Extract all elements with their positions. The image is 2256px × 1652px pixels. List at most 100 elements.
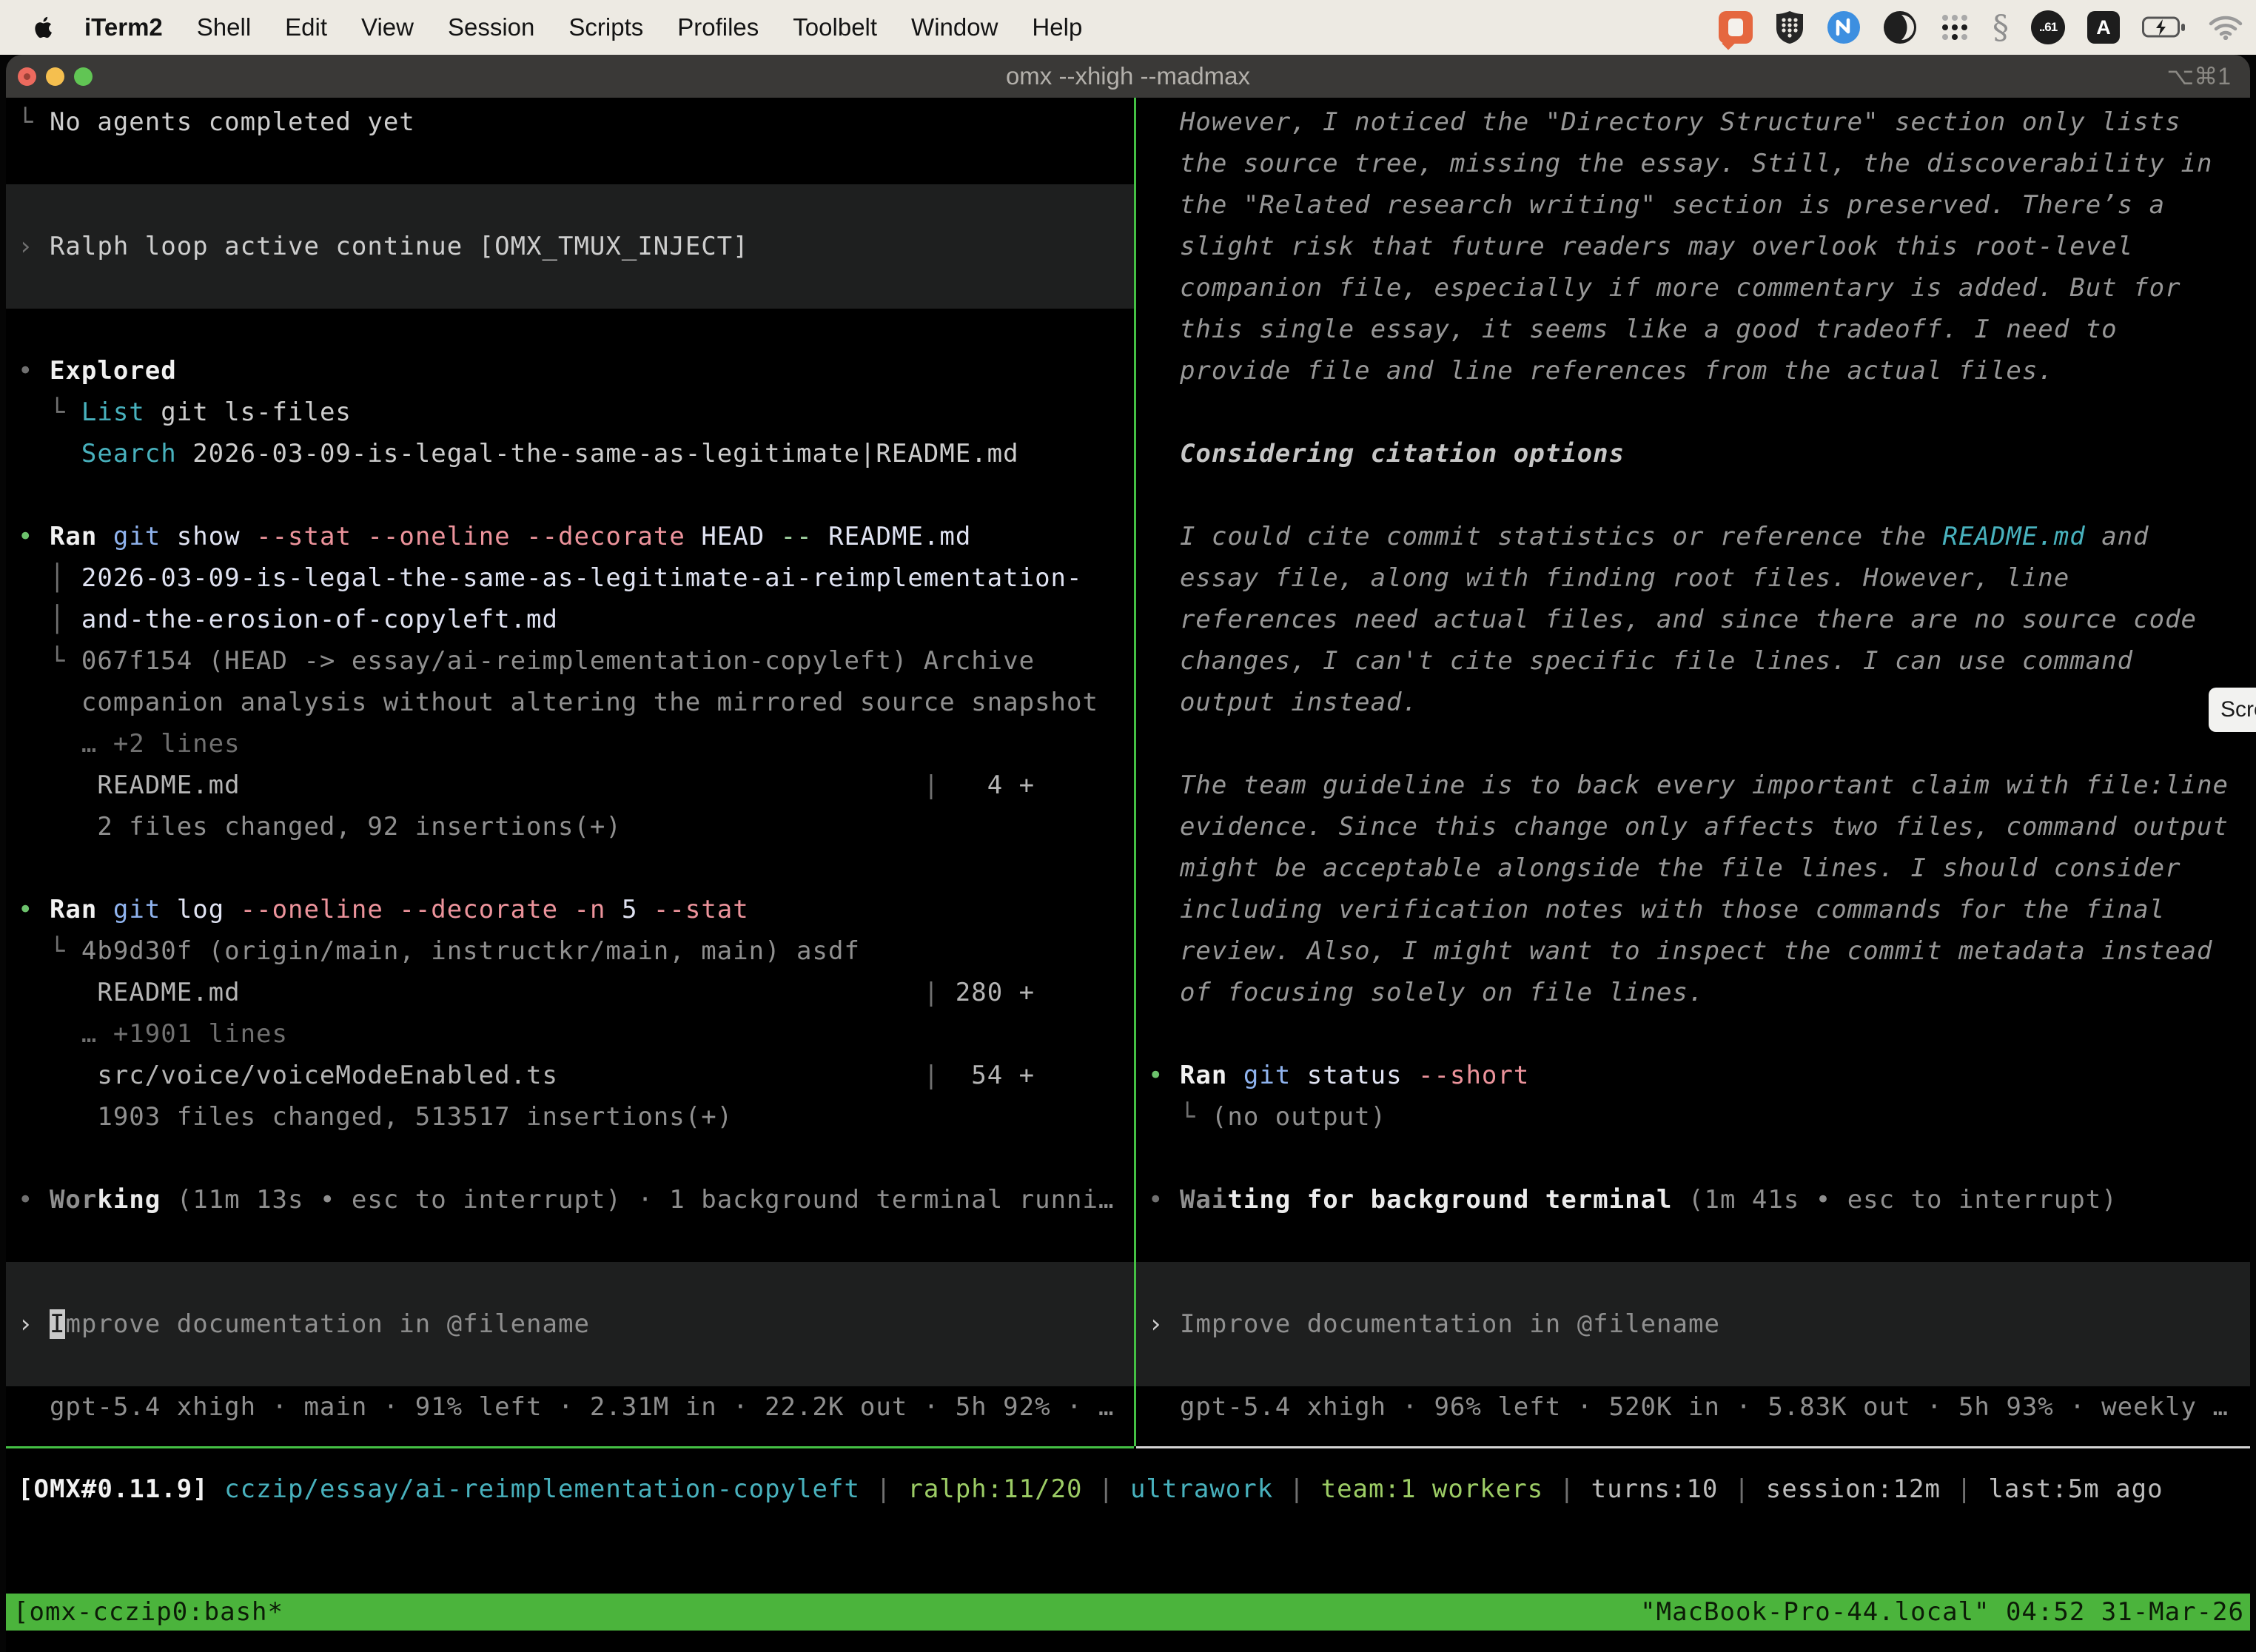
menu-item-toolbelt[interactable]: Toolbelt — [793, 13, 877, 41]
terminal-line: provide file and line references from th… — [1148, 350, 2250, 392]
menu-item-help[interactable]: Help — [1032, 13, 1082, 41]
terminal-line: slight risk that future readers may over… — [1148, 226, 2250, 267]
right-pane[interactable]: However, I noticed the "Directory Struct… — [1136, 98, 2250, 1446]
right-pane-bottom-border — [1136, 1446, 2250, 1448]
wifi-icon[interactable] — [2209, 15, 2243, 40]
terminal-line: output instead. — [1148, 682, 2250, 723]
terminal-line: • Explored — [18, 350, 1134, 392]
terminal-line: … +2 lines — [18, 723, 1134, 765]
prompt-input[interactable]: › Ralph loop active continue [OMX_TMUX_I… — [18, 226, 749, 267]
blank-line — [1148, 1138, 2250, 1179]
battery-icon[interactable] — [2142, 16, 2186, 39]
blank-line — [1148, 1220, 2250, 1262]
terminal-line: However, I noticed the "Directory Struct… — [1148, 101, 2250, 143]
terminal-line: essay file, along with finding root file… — [1148, 557, 2250, 599]
terminal-line: └ No agents completed yet — [18, 101, 1134, 143]
terminal-line: │ and-the-erosion-of-copyleft.md — [18, 599, 1134, 640]
terminal-line: evidence. Since this change only affects… — [1148, 806, 2250, 847]
terminal-line: I could cite commit statistics or refere… — [1148, 516, 2250, 557]
tmux-host-clock: "MacBook-Pro-44.local" 04:52 31-Mar-26 — [1640, 1597, 2244, 1627]
terminal-line: The team guideline is to back every impo… — [1148, 765, 2250, 806]
menu-item-profiles[interactable]: Profiles — [677, 13, 759, 41]
terminal-line: • Ran git show --stat --oneline --decora… — [18, 516, 1134, 557]
terminal-line: 1903 files changed, 513517 insertions(+) — [18, 1096, 1134, 1138]
left-pane-bottom-border — [6, 1446, 1134, 1448]
blank-line — [1148, 1013, 2250, 1055]
terminal-line: └ 067f154 (HEAD -> essay/ai-reimplementa… — [18, 640, 1134, 682]
shield-icon[interactable] — [1775, 10, 1805, 44]
terminal-line: src/voice/voiceModeEnabled.ts | 54 + — [18, 1055, 1134, 1096]
menu-bar: iTerm2 Shell Edit View Session Scripts Profile… — [0, 0, 2256, 55]
terminal-line: • Ran git log --oneline --decorate -n 5 … — [18, 889, 1134, 930]
squiggle-icon[interactable]: § — [1993, 9, 2009, 47]
blank-line — [18, 1220, 1134, 1262]
blank-line — [18, 309, 1134, 350]
terminal-line: references need actual files, and since … — [1148, 599, 2250, 640]
menu-item-shell[interactable]: Shell — [197, 13, 251, 41]
blank-line — [1148, 392, 2250, 433]
window-shortcut-badge: ⌥⌘1 — [2166, 55, 2231, 98]
terminal-line: 2 files changed, 92 insertions(+) — [18, 806, 1134, 847]
terminal-line: this single essay, it seems like a good … — [1148, 309, 2250, 350]
menu-item-window[interactable]: Window — [911, 13, 998, 41]
terminal-line: changes, I can't cite specific file line… — [1148, 640, 2250, 682]
screen-tooltip[interactable]: Scre — [2209, 688, 2256, 732]
terminal-line: companion file, especially if more comme… — [1148, 267, 2250, 309]
terminal-line: might be acceptable alongside the file l… — [1148, 847, 2250, 889]
tmux-status-bar: [omx-cczip0:bash* "MacBook-Pro-44.local"… — [6, 1594, 2250, 1631]
terminal-line: gpt-5.4 xhigh · 96% left · 520K in · 5.8… — [1148, 1386, 2250, 1428]
prompt-box[interactable]: › Improve documentation in @filename — [1136, 1262, 2250, 1386]
window-title: omx --xhigh --madmax — [6, 55, 2250, 98]
terminal-line: │ 2026-03-09-is-legal-the-same-as-legiti… — [18, 557, 1134, 599]
terminal-line: README.md | 4 + — [18, 765, 1134, 806]
terminal-area: └ No agents completed yet › Ralph loop ac… — [6, 98, 2250, 1652]
terminal-line: └ (no output) — [1148, 1096, 2250, 1138]
blank-line — [1148, 474, 2250, 516]
blank-line — [1148, 723, 2250, 765]
prompt-box[interactable]: › Ralph loop active continue [OMX_TMUX_I… — [6, 184, 1134, 309]
screen-tooltip-label: Scre — [2220, 697, 2256, 722]
terminal-line: the "Related research writing" section i… — [1148, 184, 2250, 226]
terminal-line: gpt-5.4 xhigh · main · 91% left · 2.31M … — [18, 1386, 1134, 1428]
terminal-line: of focusing solely on file lines. — [1148, 972, 2250, 1013]
menu-bar-status-icons: § ..61 A — [1719, 0, 2243, 55]
menu-item-iterm2[interactable]: iTerm2 — [84, 13, 163, 41]
terminal-line: • Waiting for background terminal (1m 41… — [1148, 1179, 2250, 1220]
a-badge-icon[interactable]: A — [2087, 11, 2120, 44]
dots-grid-icon[interactable] — [1939, 12, 1970, 43]
tmux-session-label: [omx-cczip0:bash* — [13, 1597, 283, 1627]
menu-items: iTerm2 Shell Edit View Session Scripts Profile… — [84, 13, 1116, 41]
blank-line — [18, 1138, 1134, 1179]
terminal-line: the source tree, missing the essay. Stil… — [1148, 143, 2250, 184]
chat-app-icon[interactable] — [1719, 11, 1753, 44]
badge-61-icon[interactable]: ..61 — [2031, 10, 2065, 44]
menu-item-session[interactable]: Session — [448, 13, 534, 41]
menu-item-edit[interactable]: Edit — [285, 13, 327, 41]
terminal-line: └ 4b9d30f (origin/main, instructkr/main,… — [18, 930, 1134, 972]
terminal-line: • Ran git status --short — [1148, 1055, 2250, 1096]
blank-line — [18, 474, 1134, 516]
crescent-circle-icon[interactable] — [1883, 10, 1917, 44]
terminal-line: companion analysis without altering the … — [18, 682, 1134, 723]
apple-menu-icon[interactable] — [28, 11, 58, 44]
terminal-line: Search 2026-03-09-is-legal-the-same-as-l… — [18, 433, 1134, 474]
menu-item-view[interactable]: View — [361, 13, 414, 41]
omx-status-bar: [OMX#0.11.9] cczip/essay/ai-reimplementa… — [6, 1468, 2250, 1510]
prompt-input[interactable]: › Improve documentation in @filename — [18, 1303, 590, 1345]
prompt-input[interactable]: › Improve documentation in @filename — [1148, 1303, 1720, 1345]
terminal-line: • Working (11m 13s • esc to interrupt) ·… — [18, 1179, 1134, 1220]
terminal-line: └ List git ls-files — [18, 392, 1134, 433]
terminal-line: Considering citation options — [1148, 433, 2250, 474]
terminal-line: including verification notes with those … — [1148, 889, 2250, 930]
blue-badge-icon[interactable] — [1827, 10, 1861, 44]
terminal-line: review. Also, I might want to inspect th… — [1148, 930, 2250, 972]
iterm-window: omx --xhigh --madmax ⌥⌘1 └ No agents com… — [6, 55, 2250, 1652]
terminal-line: README.md | 280 + — [18, 972, 1134, 1013]
menu-item-scripts[interactable]: Scripts — [568, 13, 643, 41]
blank-line — [18, 847, 1134, 889]
blank-line — [18, 143, 1134, 184]
window-title-bar[interactable]: omx --xhigh --madmax ⌥⌘1 — [6, 55, 2250, 98]
terminal-line: … +1901 lines — [18, 1013, 1134, 1055]
left-pane[interactable]: └ No agents completed yet › Ralph loop ac… — [6, 98, 1134, 1446]
prompt-box[interactable]: › Improve documentation in @filename — [6, 1262, 1134, 1386]
